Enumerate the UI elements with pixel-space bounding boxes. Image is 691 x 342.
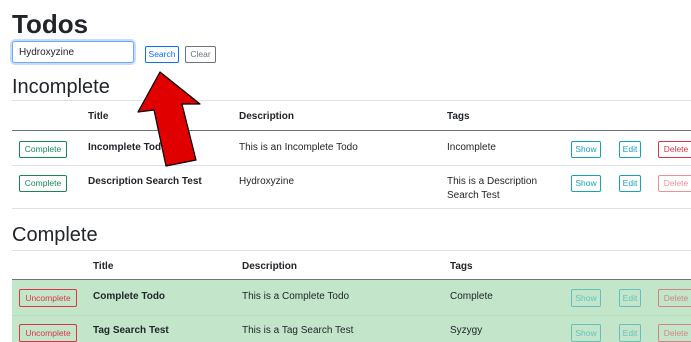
- edit-button[interactable]: Edit: [619, 141, 641, 158]
- table-header-underline: [12, 130, 691, 131]
- column-header-description: Description: [242, 261, 298, 272]
- edit-button[interactable]: Edit: [619, 324, 641, 342]
- todo-tags: Syzygy: [450, 325, 483, 336]
- column-header-title: Title: [93, 261, 114, 272]
- todo-title: Description Search Test: [88, 176, 202, 187]
- todo-description: This is a Tag Search Test: [242, 325, 354, 336]
- todo-title: Complete Todo: [93, 291, 166, 302]
- delete-button[interactable]: Delete: [658, 141, 691, 158]
- todo-tags-line2: Search Test: [447, 190, 500, 201]
- uncomplete-button[interactable]: Uncomplete: [19, 324, 77, 342]
- search-button[interactable]: Search: [145, 46, 179, 63]
- delete-button[interactable]: Delete: [658, 289, 691, 307]
- column-header-description: Description: [239, 111, 295, 122]
- page-title: Todos: [12, 9, 89, 39]
- table-header-border: [12, 100, 691, 101]
- complete-button[interactable]: Complete: [19, 141, 67, 158]
- row-divider: [12, 165, 691, 166]
- delete-button[interactable]: Delete: [658, 324, 691, 342]
- todo-description: Hydroxyzine: [239, 176, 295, 187]
- show-button[interactable]: Show: [571, 141, 601, 158]
- column-header-tags: Tags: [450, 261, 473, 272]
- todo-title: Tag Search Test: [93, 325, 169, 336]
- todo-description: This is an Incomplete Todo: [239, 142, 358, 153]
- show-button[interactable]: Show: [571, 324, 601, 342]
- edit-button[interactable]: Edit: [619, 175, 641, 192]
- show-button[interactable]: Show: [571, 289, 601, 307]
- todo-tags: Incomplete: [447, 142, 496, 153]
- search-input[interactable]: [12, 41, 134, 63]
- todo-tags-line1: This is a Description: [447, 176, 538, 187]
- row-divider: [12, 208, 691, 209]
- complete-button[interactable]: Complete: [19, 175, 67, 192]
- clear-button[interactable]: Clear: [185, 46, 216, 63]
- incomplete-heading: Incomplete: [12, 76, 110, 98]
- table-header-border: [12, 250, 691, 251]
- todo-description: This is a Complete Todo: [242, 291, 350, 302]
- column-header-tags: Tags: [447, 111, 470, 122]
- annotation-arrow-icon: [137, 71, 201, 167]
- uncomplete-button[interactable]: Uncomplete: [19, 289, 77, 307]
- todo-tags: Complete: [450, 291, 493, 302]
- complete-heading: Complete: [12, 224, 98, 246]
- column-header-title: Title: [88, 111, 109, 122]
- edit-button[interactable]: Edit: [619, 289, 641, 307]
- show-button[interactable]: Show: [571, 175, 601, 192]
- delete-button[interactable]: Delete: [658, 175, 691, 192]
